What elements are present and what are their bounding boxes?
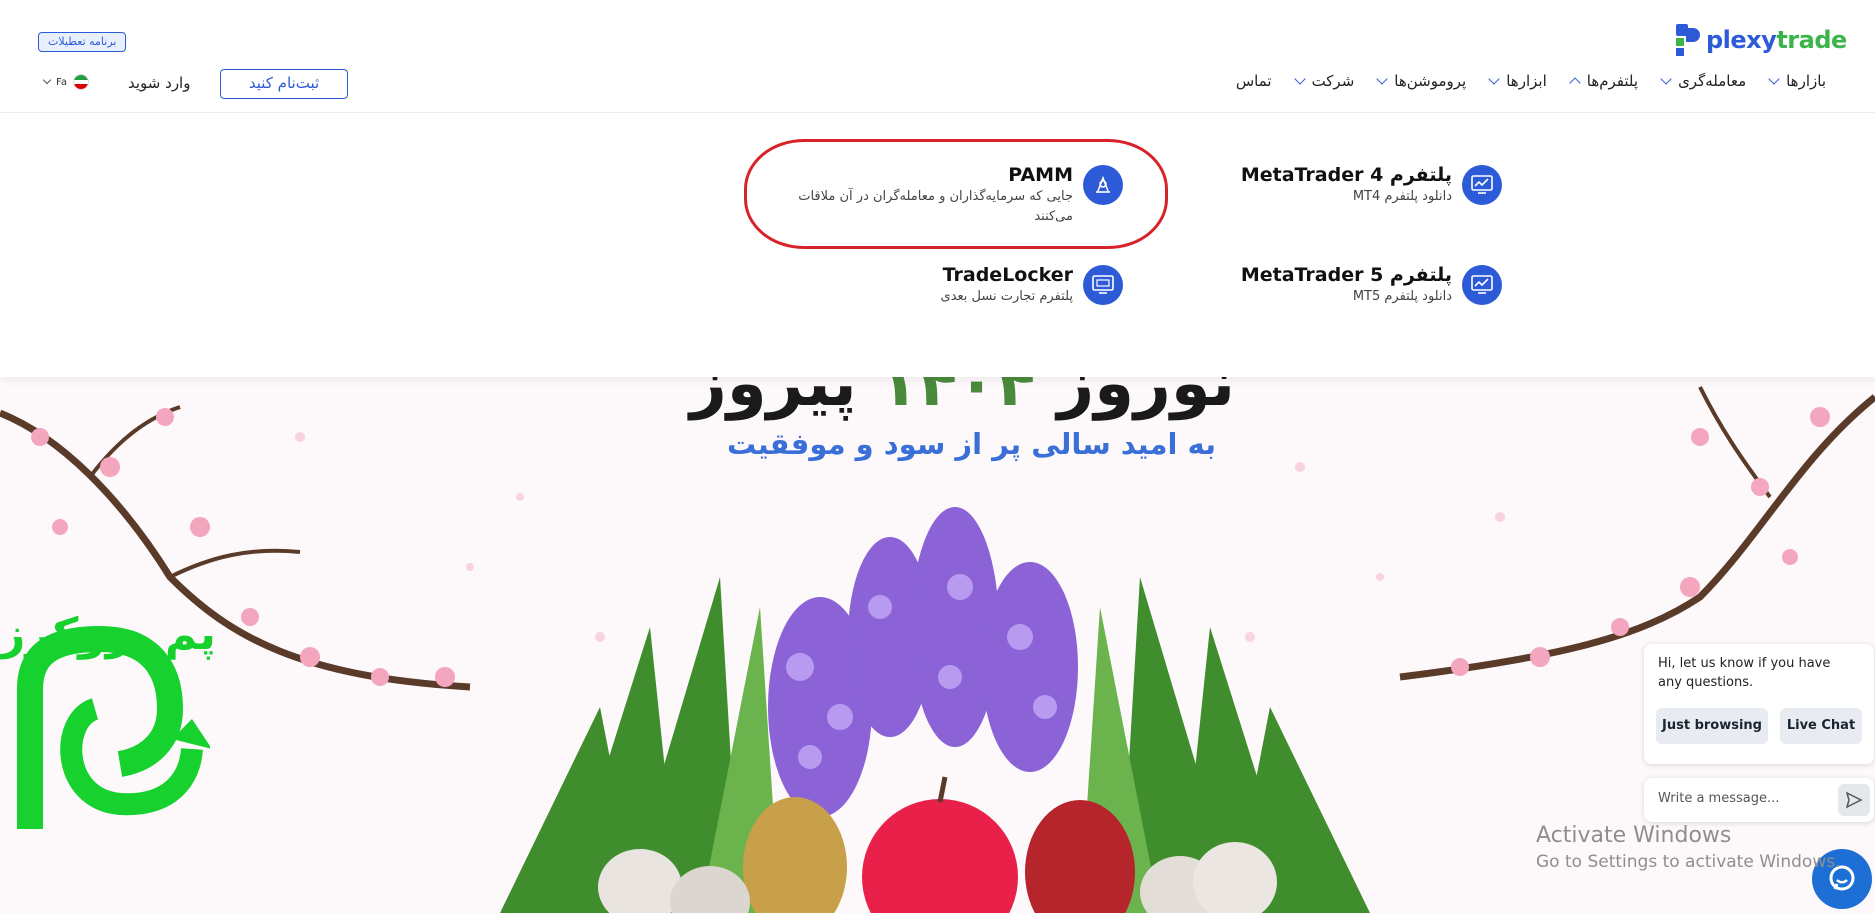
live-chat-button[interactable]: Live Chat bbox=[1780, 708, 1862, 744]
language-selector[interactable]: Fa bbox=[42, 74, 89, 90]
activate-windows-watermark: Activate Windows Go to Settings to activ… bbox=[1536, 823, 1841, 872]
nav-company[interactable]: شرکت bbox=[1293, 72, 1355, 90]
chart-monitor-icon bbox=[1462, 265, 1502, 305]
menu-item-mt4[interactable]: پلتفرم MetaTrader 4 دانلود پلتفرم MT4 bbox=[1241, 163, 1502, 207]
iran-flag-icon bbox=[72, 74, 89, 90]
nav-promotions[interactable]: پروموشن‌ها bbox=[1376, 72, 1467, 90]
main-nav: بازارها معامله‌گری پلتفرم‌ها ابزارها پرو… bbox=[1212, 72, 1826, 90]
chevron-down-icon bbox=[1488, 72, 1500, 85]
menu-item-title: TradeLocker bbox=[942, 264, 1073, 286]
send-icon bbox=[1845, 791, 1863, 809]
nav-tools-label: ابزارها bbox=[1506, 72, 1547, 90]
chat-greeting-card: Hi, let us know if you have any question… bbox=[1644, 644, 1874, 764]
nav-markets[interactable]: بازارها bbox=[1768, 72, 1826, 90]
holiday-schedule-badge[interactable]: برنامه تعطیلات bbox=[38, 32, 127, 52]
site-header: plexytrade برنامه تعطیلات بازارها معامله… bbox=[0, 0, 1875, 113]
pam-brokers-logo-icon bbox=[17, 625, 210, 829]
chevron-down-icon bbox=[1660, 72, 1672, 85]
hero-headline: نوروز ۱۴۰۴ پیروز bbox=[690, 377, 1236, 421]
pamm-highlight-annotation bbox=[744, 139, 1168, 249]
chat-input-placeholder: Write a message... bbox=[1658, 791, 1780, 806]
nav-tools[interactable]: ابزارها bbox=[1488, 72, 1547, 90]
nav-trading[interactable]: معامله‌گری bbox=[1660, 72, 1747, 90]
monitor-icon bbox=[1083, 265, 1123, 305]
plexytrade-logo-icon bbox=[1674, 24, 1702, 56]
nav-platforms-label: پلتفرم‌ها bbox=[1586, 72, 1639, 90]
nav-markets-label: بازارها bbox=[1786, 72, 1826, 90]
menu-item-subtitle: پلتفرم تجارت نسل بعدی bbox=[940, 289, 1073, 304]
activate-windows-title: Activate Windows bbox=[1536, 823, 1732, 848]
nav-platforms[interactable]: پلتفرم‌ها bbox=[1569, 72, 1639, 90]
brand-logo[interactable]: plexytrade bbox=[1674, 24, 1847, 56]
hero-subheadline: به امید سالی پر از سود و موفقیت bbox=[727, 427, 1216, 461]
pam-brokers-wordmark: پم بروکرز bbox=[0, 609, 216, 660]
send-message-button[interactable] bbox=[1838, 784, 1870, 816]
language-code: Fa bbox=[56, 76, 67, 88]
brand-name: plexytrade bbox=[1706, 26, 1847, 54]
activate-windows-subtitle: Go to Settings to activate Windows. bbox=[1536, 852, 1841, 872]
menu-item-mt5[interactable]: پلتفرم MetaTrader 5 دانلود پلتفرم MT5 bbox=[1241, 263, 1502, 307]
chart-monitor-icon bbox=[1462, 165, 1502, 205]
chevron-down-icon bbox=[1768, 72, 1780, 85]
signup-button[interactable]: ثبت‌نام کنید bbox=[220, 69, 348, 99]
nav-contact[interactable]: تماس bbox=[1236, 72, 1272, 90]
menu-item-title: پلتفرم MetaTrader 4 bbox=[1240, 164, 1452, 186]
nav-promotions-label: پروموشن‌ها bbox=[1394, 72, 1467, 90]
chat-message-input[interactable]: Write a message... bbox=[1644, 778, 1874, 822]
menu-item-title: پلتفرم MetaTrader 5 bbox=[1240, 264, 1452, 286]
chevron-up-icon bbox=[1569, 77, 1581, 89]
nav-trading-label: معامله‌گری bbox=[1678, 72, 1747, 90]
just-browsing-button[interactable]: Just browsing bbox=[1656, 708, 1768, 744]
nav-contact-label: تماس bbox=[1235, 72, 1272, 90]
menu-item-tradelocker[interactable]: TradeLocker پلتفرم تجارت نسل بعدی bbox=[941, 263, 1123, 307]
chevron-down-icon bbox=[1376, 72, 1388, 85]
login-link[interactable]: وارد شوید bbox=[128, 74, 190, 92]
menu-item-subtitle: دانلود پلتفرم MT5 bbox=[1352, 289, 1452, 304]
nav-company-label: شرکت bbox=[1311, 72, 1355, 90]
menu-item-subtitle: دانلود پلتفرم MT4 bbox=[1352, 189, 1452, 204]
chevron-down-icon bbox=[1293, 72, 1306, 85]
chevron-down-icon bbox=[42, 75, 52, 85]
chat-greeting-message: Hi, let us know if you have any question… bbox=[1658, 656, 1831, 690]
